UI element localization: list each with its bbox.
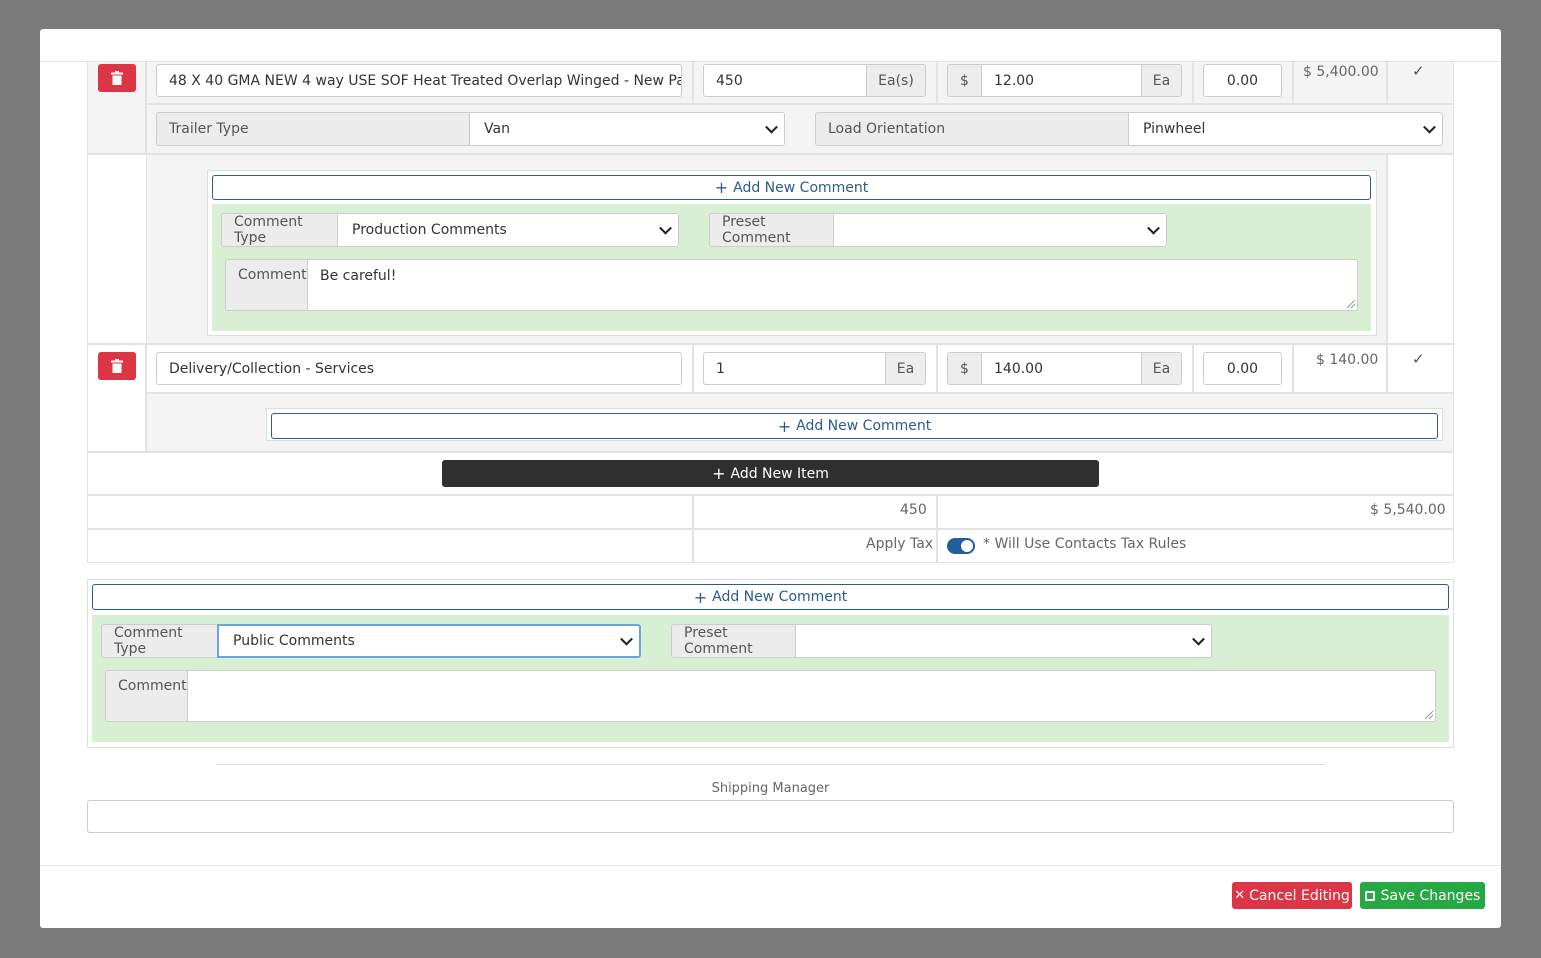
add-comment-label: Add New Comment (796, 418, 932, 434)
save-icon (1364, 890, 1375, 901)
load-orientation-select[interactable]: Pinwheel (1128, 112, 1443, 146)
add-new-item-button[interactable]: + Add New Item (442, 460, 1099, 487)
comment-label: Comment (225, 259, 308, 311)
add-item-label: Add New Item (730, 465, 829, 482)
totals-row-left (87, 495, 693, 529)
item-2-quantity-input[interactable]: 1 (703, 352, 886, 385)
chevron-down-icon (765, 120, 778, 134)
item-2-total: $ 140.00 (1316, 352, 1379, 368)
save-changes-button[interactable]: Save Changes (1360, 882, 1485, 909)
item-2-price-input[interactable]: 140.00 (981, 352, 1142, 385)
order-preset-comment-label: Preset Comment (671, 624, 796, 658)
item-1-add-comment-button[interactable]: + Add New Comment (212, 175, 1371, 200)
item-2-delete-button[interactable] (98, 352, 136, 380)
cancel-editing-button[interactable]: ✕ Cancel Editing (1232, 882, 1352, 909)
add-comment-label: Add New Comment (712, 589, 848, 605)
item-1-comments-left-spacer (87, 154, 146, 344)
apply-tax-toggle[interactable] (947, 538, 975, 554)
save-label: Save Changes (1380, 887, 1481, 904)
load-orientation-label: Load Orientation (815, 112, 1129, 146)
item-1-description-input[interactable]: 48 X 40 GMA NEW 4 way USE SOF Heat Treat… (156, 64, 682, 97)
trailer-type-label: Trailer Type (156, 112, 470, 146)
order-preset-comment-select[interactable] (795, 624, 1212, 658)
trash-icon (111, 359, 123, 373)
plus-icon: + (712, 464, 726, 483)
chevron-down-icon (1147, 221, 1160, 235)
order-comment-textarea[interactable] (187, 670, 1436, 722)
order-comment-type-select[interactable]: Public Comments (217, 624, 641, 658)
comment-type-value: Production Comments (352, 222, 507, 238)
item-1-price-input[interactable]: 12.00 (981, 64, 1142, 97)
preset-comment-label: Preset Comment (709, 213, 834, 247)
item-2-check-icon[interactable]: ✓ (1412, 350, 1425, 368)
tax-row-left (87, 529, 693, 563)
section-divider (216, 764, 1326, 765)
item-1-quantity-input[interactable]: 450 (703, 64, 867, 97)
chevron-down-icon (620, 632, 633, 646)
add-comment-label: Add New Comment (733, 179, 869, 196)
resize-handle-icon[interactable] (1347, 300, 1355, 308)
item-1-quantity-unit: Ea(s) (866, 64, 926, 97)
item-1-delete-button[interactable] (98, 64, 136, 92)
item-1-comment-type-select[interactable]: Production Comments (337, 213, 679, 247)
item-1-total: $ 5,400.00 (1303, 64, 1379, 80)
comment-type-value: Public Comments (233, 633, 355, 649)
comment-type-label: Comment Type (221, 213, 338, 247)
trailer-type-value: Van (484, 121, 510, 137)
plus-icon: + (777, 416, 792, 436)
item-1-preset-comment-select[interactable] (833, 213, 1167, 247)
shipping-manager-label: Shipping Manager (711, 781, 830, 796)
item-2-discount-input[interactable]: 0.00 (1203, 352, 1282, 385)
plus-icon: + (714, 178, 729, 197)
comment-text: Be careful! (320, 268, 397, 284)
trailer-type-select[interactable]: Van (469, 112, 785, 146)
plus-icon: + (693, 587, 708, 607)
order-add-comment-button[interactable]: + Add New Comment (92, 584, 1449, 610)
order-comment-type-label: Comment Type (101, 624, 218, 658)
item-1-currency-symbol: $ (947, 64, 982, 97)
trash-icon (111, 71, 123, 85)
modal-header (40, 29, 1501, 62)
item-2-add-comment-button[interactable]: + Add New Comment (271, 413, 1438, 439)
total-quantity: 450 (900, 502, 927, 518)
load-orientation-value: Pinwheel (1143, 121, 1206, 137)
item-1-check-icon[interactable]: ✓ (1412, 62, 1425, 80)
tax-note: * Will Use Contacts Tax Rules (983, 536, 1187, 552)
chevron-down-icon (1192, 632, 1205, 646)
chevron-down-icon (1423, 120, 1436, 134)
order-comment-label: Comment (105, 670, 188, 722)
total-amount: $ 5,540.00 (1370, 502, 1446, 518)
apply-tax-label: Apply Tax (866, 536, 934, 552)
item-2-price-unit: Ea (1141, 352, 1182, 385)
edit-order-modal: 48 X 40 GMA NEW 4 way USE SOF Heat Treat… (40, 29, 1501, 928)
item-1-price-unit: Ea (1141, 64, 1182, 97)
item-1-comments-right-spacer (1387, 154, 1454, 344)
item-1-discount-input[interactable]: 0.00 (1203, 64, 1282, 97)
resize-handle-icon[interactable] (1425, 711, 1433, 719)
cancel-label: Cancel Editing (1249, 887, 1350, 904)
shipping-manager-panel[interactable] (87, 800, 1454, 833)
item-2-currency-symbol: $ (947, 352, 982, 385)
item-2-quantity-unit: Ea (885, 352, 926, 385)
chevron-down-icon (659, 221, 672, 235)
close-icon: ✕ (1234, 888, 1246, 903)
item-2-description-input[interactable]: Delivery/Collection - Services (156, 352, 682, 385)
item-1-comment-textarea[interactable]: Be careful! (307, 259, 1358, 311)
